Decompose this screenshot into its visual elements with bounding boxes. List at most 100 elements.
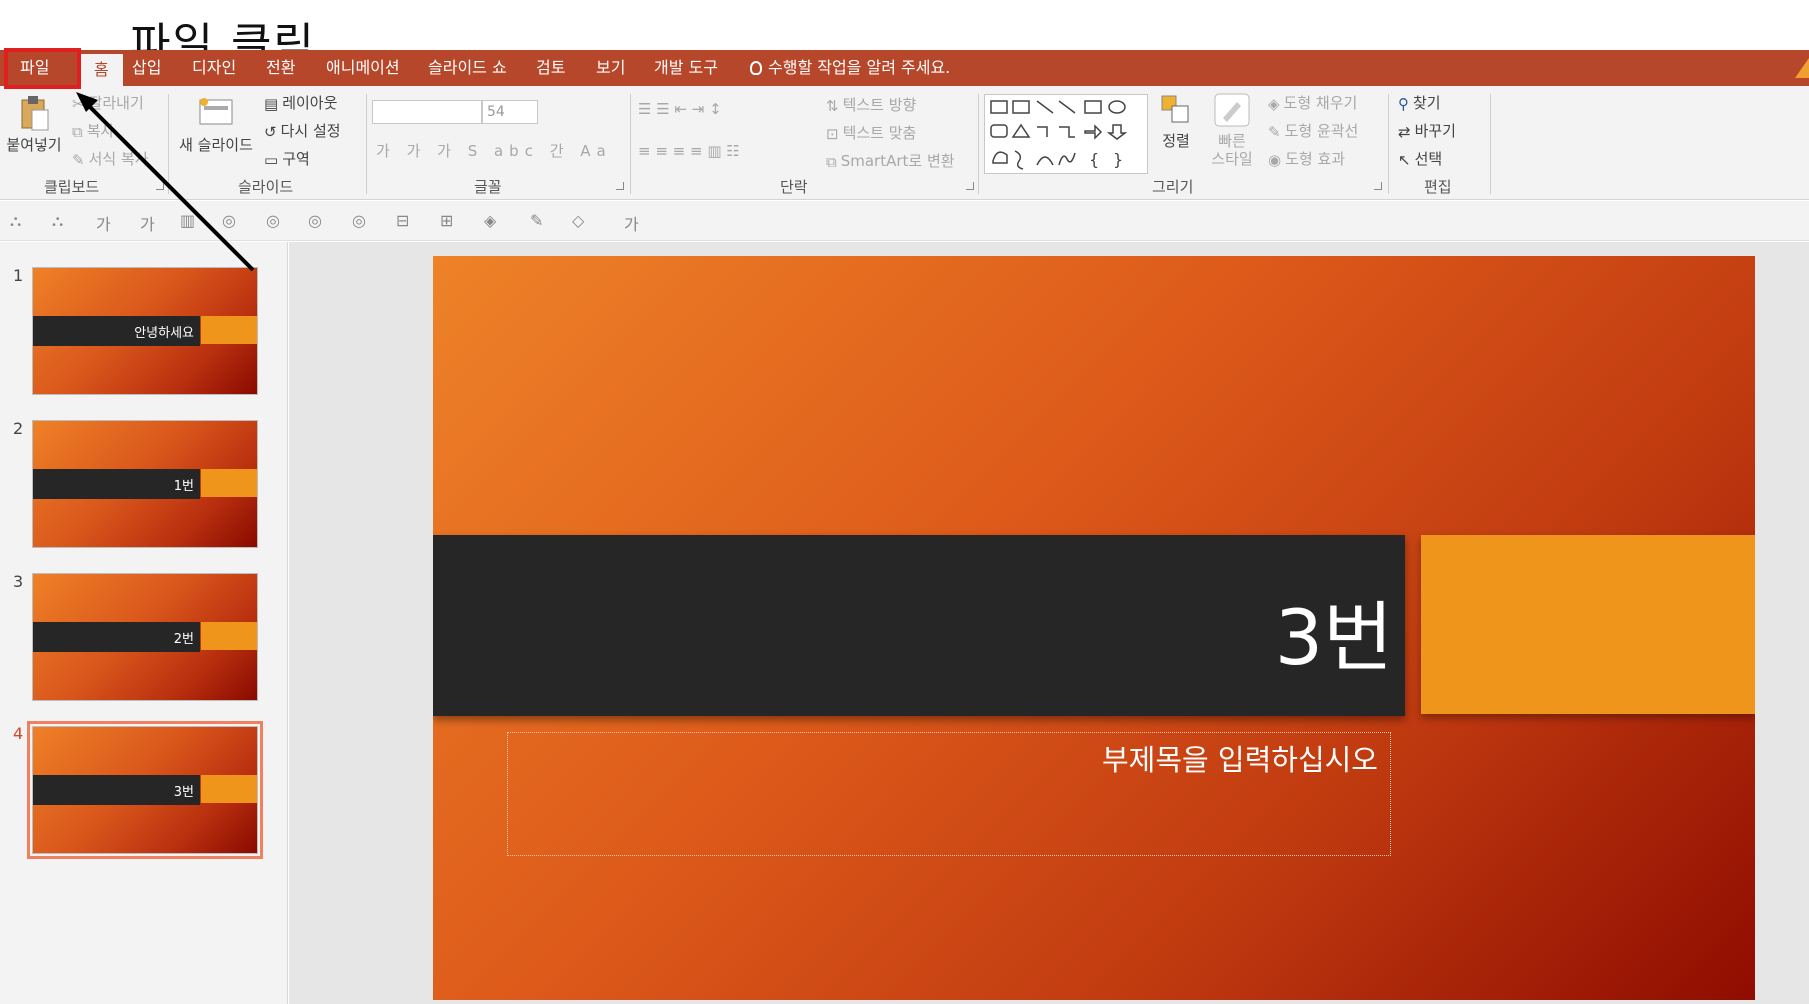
- search-icon: ⚲: [1398, 94, 1409, 113]
- slide-thumbnail-1[interactable]: 안녕하세요: [32, 267, 258, 395]
- shape-union-icon[interactable]: ◎: [266, 211, 280, 230]
- font-name-input[interactable]: [372, 100, 482, 124]
- cut-button[interactable]: ✂ 잘라내기: [72, 92, 144, 113]
- shape-style-icon[interactable]: ◇: [572, 211, 584, 230]
- font-size-input[interactable]: 54: [482, 100, 538, 124]
- font-shrink-icon[interactable]: 가: [140, 211, 155, 235]
- shape-effects-label: 도형 효과: [1285, 150, 1346, 168]
- ribbon-tab-bar: 파일 홈 삽입 디자인 전환 애니메이션 슬라이드 쇼 검토 보기 개발 도구 …: [0, 50, 1809, 86]
- reset-icon: ↺: [264, 122, 277, 141]
- tab-animations[interactable]: 애니메이션: [326, 50, 400, 86]
- group-label-clipboard: 클립보드: [44, 178, 100, 196]
- slide-thumbnail-4[interactable]: 3번: [27, 721, 263, 859]
- slide-title-bar: [433, 535, 1405, 716]
- cursor-icon: ↖: [1398, 150, 1411, 169]
- layout-label: 레이아웃: [282, 94, 338, 112]
- group-separator: [1490, 94, 1491, 194]
- subtitle-placeholder[interactable]: 부제목을 입력하십시오: [507, 732, 1391, 856]
- tab-view[interactable]: 보기: [596, 50, 625, 86]
- new-slide-icon: [199, 98, 233, 125]
- tell-me-text: 수행할 작업을 알려 주세요.: [768, 58, 951, 77]
- shape-outline-button[interactable]: ✎ 도형 윤곽선: [1268, 120, 1358, 141]
- tab-review[interactable]: 검토: [536, 50, 565, 86]
- text-style-icon[interactable]: 가: [624, 211, 639, 235]
- thumbnail-title: 1번: [173, 479, 194, 494]
- layout-button[interactable]: ▤ 레이아웃: [264, 92, 337, 113]
- font-grow-icon[interactable]: 가: [96, 211, 111, 235]
- tab-transitions[interactable]: 전환: [266, 50, 295, 86]
- shape-merge-icon[interactable]: ◎: [222, 211, 236, 230]
- font-format-buttons[interactable]: 가 가 가 S abc 간 Aa: [376, 140, 612, 161]
- drawing-launcher-icon[interactable]: [1374, 182, 1382, 190]
- slide-title[interactable]: 3번: [1275, 576, 1393, 686]
- shape-effects-button[interactable]: ◉ 도형 효과: [1268, 148, 1345, 169]
- thumbnail-accent: [201, 622, 257, 650]
- slide-accent-block: [1421, 535, 1755, 714]
- clipboard-launcher-icon[interactable]: [156, 182, 164, 190]
- paragraph-launcher-icon[interactable]: [966, 182, 974, 190]
- text-direction-button[interactable]: ⇅ 텍스트 방향: [826, 94, 916, 115]
- thumbnail-number: 3: [13, 572, 24, 591]
- thumbnail-number: 4: [13, 724, 24, 743]
- columns-icon[interactable]: ▥: [180, 211, 195, 230]
- tab-developer[interactable]: 개발 도구: [654, 50, 718, 86]
- select-button[interactable]: ↖ 선택: [1398, 148, 1442, 169]
- current-slide[interactable]: 3번 부제목을 입력하십시오: [433, 256, 1755, 1000]
- section-button[interactable]: ▭ 구역: [264, 148, 310, 169]
- shape-fill-button[interactable]: ◈ 도형 채우기: [1268, 92, 1357, 113]
- replace-label: 바꾸기: [1414, 122, 1456, 140]
- new-slide-button[interactable]: 새 슬라이드: [176, 96, 256, 155]
- shapes-gallery-icons: {}: [990, 100, 1128, 170]
- slide-thumbnail-3[interactable]: 2번: [32, 573, 258, 701]
- find-label: 찾기: [1413, 94, 1441, 112]
- align-text-button[interactable]: ⊡ 텍스트 맞춤: [826, 122, 916, 143]
- distribute-icon[interactable]: ⊞: [440, 211, 453, 230]
- fill-icon[interactable]: ◈: [484, 211, 496, 230]
- smartart-button[interactable]: ⧉ SmartArt로 변환: [826, 150, 955, 171]
- group-separator: [630, 94, 631, 194]
- align-icon[interactable]: ⊟: [396, 211, 409, 230]
- paste-icon: [21, 96, 49, 131]
- cut-label: 잘라내기: [88, 94, 144, 112]
- thumbnail-number: 2: [13, 419, 24, 438]
- demote-icon[interactable]: ⛬: [52, 211, 63, 231]
- shape-intersect-icon[interactable]: ◎: [308, 211, 322, 230]
- brush-icon: ✎: [72, 150, 85, 169]
- list-buttons[interactable]: ☰ ☰ ⇤ ⇥ ↕: [638, 100, 722, 118]
- thumbnail-title: 3번: [173, 785, 194, 800]
- thumbnail-accent: [201, 775, 257, 803]
- paste-button[interactable]: 붙여넣기: [6, 94, 62, 155]
- pen-icon: ✎: [1268, 122, 1281, 141]
- thumbnail-title: 안녕하세요: [134, 326, 194, 341]
- shapes-gallery[interactable]: {}: [984, 94, 1148, 174]
- tab-slide-show[interactable]: 슬라이드 쇼: [428, 50, 507, 86]
- tab-home[interactable]: 홈: [80, 54, 123, 86]
- tell-me-search[interactable]: 수행할 작업을 알려 주세요.: [750, 50, 950, 86]
- quick-styles-label-1: 빠른: [1218, 132, 1246, 150]
- replace-button[interactable]: ⇄ 바꾸기: [1398, 120, 1456, 141]
- shape-subtract-icon[interactable]: ◎: [352, 211, 366, 230]
- arrange-button[interactable]: 정렬: [1154, 92, 1198, 151]
- copy-button[interactable]: ⧉ 복사: [72, 120, 114, 141]
- ribbon-home: 붙여넣기 ✂ 잘라내기 ⧉ 복사 ✎ 서식 복사 클립보드 새 슬라이드 ▤ 레이아웃 …: [0, 86, 1809, 200]
- reset-label: 다시 설정: [280, 122, 341, 140]
- section-icon: ▭: [264, 150, 279, 169]
- paste-label: 붙여넣기: [6, 136, 62, 154]
- format-painter-button[interactable]: ✎ 서식 복사: [72, 148, 149, 169]
- shape-outline-label: 도형 윤곽선: [1284, 122, 1359, 140]
- quick-styles-icon: [1214, 93, 1250, 127]
- align-text-icon: ⊡: [826, 124, 839, 143]
- slide-thumbnail-2[interactable]: 1번: [32, 420, 258, 548]
- align-buttons[interactable]: ≡ ≡ ≡ ≡ ▥ ☷: [638, 142, 740, 160]
- tab-insert[interactable]: 삽입: [132, 50, 161, 86]
- font-launcher-icon[interactable]: [616, 182, 624, 190]
- quick-styles-button[interactable]: 빠른 스타일: [1208, 92, 1256, 168]
- promote-icon[interactable]: ⛬: [10, 211, 21, 231]
- outline-icon[interactable]: ✎: [530, 211, 543, 230]
- shape-fill-label: 도형 채우기: [1283, 94, 1358, 112]
- lightbulb-icon: [750, 61, 762, 75]
- find-button[interactable]: ⚲ 찾기: [1398, 92, 1441, 113]
- reset-button[interactable]: ↺ 다시 설정: [264, 120, 341, 141]
- tab-design[interactable]: 디자인: [192, 50, 236, 86]
- group-separator: [366, 94, 367, 194]
